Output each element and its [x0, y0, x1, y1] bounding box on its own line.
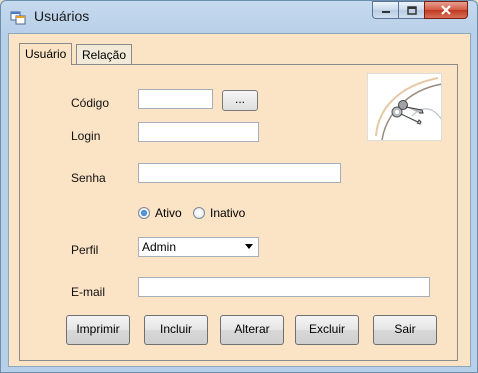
minimize-icon [381, 11, 390, 13]
login-field[interactable] [138, 122, 259, 142]
window-controls [372, 1, 468, 21]
keys-icon [375, 77, 441, 140]
senha-field[interactable] [138, 163, 341, 183]
status-ativo-radio[interactable]: Ativo [138, 206, 182, 220]
maximize-button[interactable] [398, 1, 424, 19]
window-title: Usuários [34, 8, 90, 24]
app-form-icon[interactable] [10, 9, 26, 25]
perfil-dropdown[interactable]: Admin [138, 237, 259, 257]
status-inativo-radio[interactable]: Inativo [193, 206, 245, 220]
login-label: Login [71, 129, 101, 143]
title-bar[interactable]: Usuários [1, 1, 477, 33]
radio-unchecked-icon [193, 207, 205, 219]
email-label: E-mail [71, 285, 106, 299]
chevron-down-icon[interactable] [245, 244, 253, 249]
senha-label: Senha [71, 171, 106, 185]
tab-panel-usuario: Código ... Login Senha Ativo Inativo Per… [19, 64, 458, 361]
minimize-button[interactable] [372, 1, 398, 19]
codigo-browse-button[interactable]: ... [222, 90, 258, 111]
tab-relacao[interactable]: Relação [76, 44, 133, 64]
codigo-field[interactable] [138, 89, 213, 109]
close-icon [441, 5, 451, 15]
keys-image [367, 73, 442, 141]
alterar-button[interactable]: Alterar [220, 315, 284, 345]
radio-checked-icon [138, 207, 150, 219]
tab-usuario[interactable]: Usuário [19, 43, 73, 65]
sair-button[interactable]: Sair [373, 315, 437, 345]
close-button[interactable] [424, 1, 468, 19]
usuarios-window: Usuários Usuário Relação Código ... Logi… [0, 0, 478, 373]
status-ativo-label: Ativo [155, 206, 182, 220]
maximize-icon [406, 5, 417, 15]
excluir-button[interactable]: Excluir [295, 315, 359, 345]
status-inativo-label: Inativo [210, 206, 246, 220]
codigo-label: Código [71, 96, 110, 110]
email-field[interactable] [138, 277, 430, 297]
perfil-selected-value: Admin [142, 240, 177, 254]
perfil-label: Perfil [71, 243, 99, 257]
incluir-button[interactable]: Incluir [144, 315, 208, 345]
imprimir-button[interactable]: Imprimir [66, 315, 130, 345]
form-client-area: Usuário Relação Código ... Login Senha A… [8, 33, 471, 367]
